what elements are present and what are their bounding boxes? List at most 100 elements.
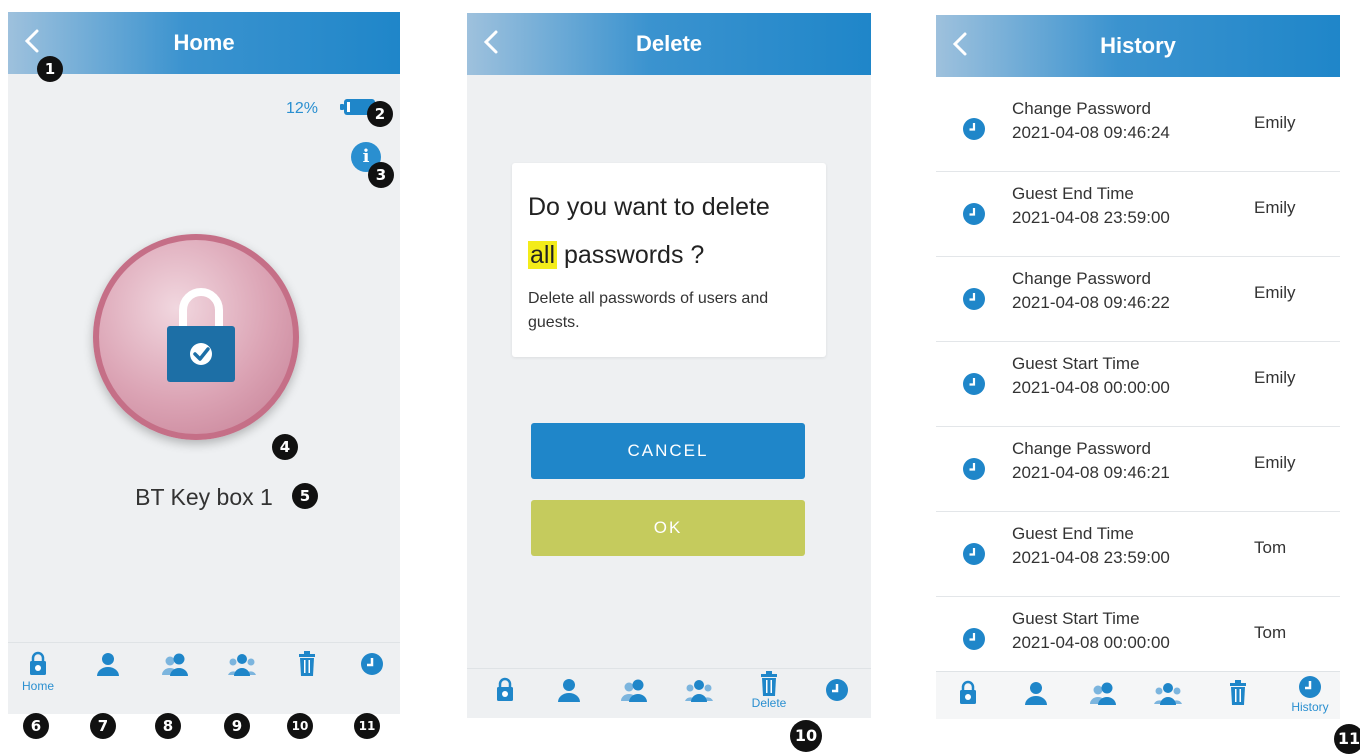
history-event: Change Password [1012, 269, 1151, 288]
clock-icon [963, 288, 985, 310]
tab-home[interactable] [946, 678, 990, 719]
dialog-description: Delete all passwords of users and guests… [528, 290, 769, 331]
delete-confirm-dialog: Do you want to delete all passwords ? De… [512, 163, 826, 357]
history-row: Change Password 2021-04-08 09:46:22 Emily [936, 257, 1340, 342]
trash-icon [761, 671, 777, 696]
home-header: Home [8, 12, 400, 74]
history-event: Guest Start Time [1012, 354, 1140, 373]
tab-bar: History [936, 671, 1340, 719]
device-name: BT Key box 1 [135, 484, 273, 510]
callout-badge: 3 [368, 162, 394, 188]
tab-history[interactable] [350, 649, 394, 697]
tab-users[interactable] [153, 649, 197, 697]
trash-icon [1230, 680, 1246, 705]
callout-badge: 1 [37, 56, 63, 82]
tab-user[interactable] [86, 649, 130, 697]
clock-icon [1299, 676, 1321, 698]
history-user: Emily [1254, 198, 1296, 217]
cancel-button[interactable]: CANCEL [531, 423, 805, 479]
callout-badge: 9 [224, 713, 250, 739]
callout-badge: 7 [90, 713, 116, 739]
tab-bar: Home [8, 642, 400, 702]
tab-history[interactable] [815, 675, 859, 718]
history-row: Guest Start Time 2021-04-08 00:00:00 Emily [936, 342, 1340, 427]
tab-delete[interactable] [285, 649, 329, 697]
history-user: Emily [1254, 283, 1296, 302]
clock-icon [963, 203, 985, 225]
user-icon [97, 653, 119, 676]
history-row: Guest End Time 2021-04-08 23:59:00 Emily [936, 172, 1340, 257]
history-timestamp: 2021-04-08 23:59:00 [1012, 548, 1170, 567]
tab-delete[interactable] [1216, 678, 1260, 719]
user-icon [558, 679, 580, 702]
tab-history-label: History [1291, 700, 1329, 714]
tab-bar: Delete [467, 668, 871, 718]
tab-guests[interactable] [1146, 678, 1190, 719]
history-screen: History Change Password 2021-04-08 09:46:… [936, 15, 1340, 719]
callout-badge: 10 [287, 713, 313, 739]
trash-icon [299, 651, 315, 676]
clock-icon [963, 118, 985, 140]
history-header: History [936, 15, 1340, 77]
history-user: Emily [1254, 113, 1296, 132]
home-screen: Home 12% i BT Key box 1 Home [8, 12, 400, 714]
history-timestamp: 2021-04-08 23:59:00 [1012, 208, 1170, 227]
tab-history[interactable]: History [1288, 672, 1332, 719]
tab-home[interactable]: Home [16, 649, 60, 697]
callout-badge: 11 [1334, 724, 1360, 754]
back-chevron-icon[interactable] [18, 26, 48, 56]
guests-icon [1154, 683, 1182, 705]
clock-icon [361, 653, 383, 675]
dialog-question-line2: all passwords ? [528, 241, 704, 270]
tab-guests[interactable] [677, 675, 721, 718]
guests-icon [228, 654, 256, 676]
history-row: Change Password 2021-04-08 09:46:21 Emily [936, 427, 1340, 512]
tab-delete-label: Delete [751, 696, 787, 710]
tab-home-label: Home [21, 679, 54, 693]
history-row: Change Password 2021-04-08 09:46:24 Emily [936, 87, 1340, 172]
history-event: Guest Start Time [1012, 609, 1140, 628]
history-timestamp: 2021-04-08 09:46:21 [1012, 463, 1170, 482]
back-chevron-icon[interactable] [477, 27, 507, 57]
callout-badge: 2 [367, 101, 393, 127]
history-user: Emily [1254, 368, 1296, 387]
history-row: Guest End Time 2021-04-08 23:59:00 Tom [936, 512, 1340, 597]
users-icon [162, 653, 188, 676]
page-title: Home [173, 30, 235, 55]
page-title: Delete [635, 31, 703, 56]
user-icon [1025, 682, 1047, 705]
history-user: Tom [1254, 623, 1287, 642]
tab-users[interactable] [612, 675, 656, 718]
dialog-question-rest: passwords ? [557, 241, 705, 269]
clock-icon [963, 373, 985, 395]
tab-user[interactable] [1014, 678, 1058, 719]
callout-badge: 10 [790, 720, 822, 752]
history-event: Guest End Time [1012, 524, 1134, 543]
tab-user[interactable] [547, 675, 591, 718]
tab-guests[interactable] [220, 649, 264, 697]
clock-icon [963, 543, 985, 565]
lock-tab-icon [497, 677, 513, 701]
clock-icon [963, 628, 985, 650]
lock-tab-icon [960, 680, 976, 704]
history-user: Emily [1254, 453, 1296, 472]
ok-button[interactable]: OK [531, 500, 805, 556]
history-user: Tom [1254, 538, 1287, 557]
callout-badge: 11 [354, 713, 380, 739]
clock-icon [963, 458, 985, 480]
history-timestamp: 2021-04-08 09:46:22 [1012, 293, 1170, 312]
history-timestamp: 2021-04-08 09:46:24 [1012, 123, 1170, 142]
tab-delete[interactable]: Delete [747, 669, 791, 717]
tab-home[interactable] [483, 675, 527, 718]
history-event: Guest End Time [1012, 184, 1134, 203]
history-timestamp: 2021-04-08 00:00:00 [1012, 633, 1170, 652]
padlock-icon [167, 288, 235, 382]
tab-users[interactable] [1081, 678, 1125, 719]
page-title: History [1100, 33, 1176, 58]
history-list: Change Password 2021-04-08 09:46:24 Emily G… [936, 87, 1340, 682]
back-chevron-icon[interactable] [946, 29, 976, 59]
callout-badge: 6 [23, 713, 49, 739]
dialog-question: Do you want to delete [528, 193, 770, 221]
battery-percent: 12% [286, 100, 319, 117]
users-icon [621, 679, 647, 702]
